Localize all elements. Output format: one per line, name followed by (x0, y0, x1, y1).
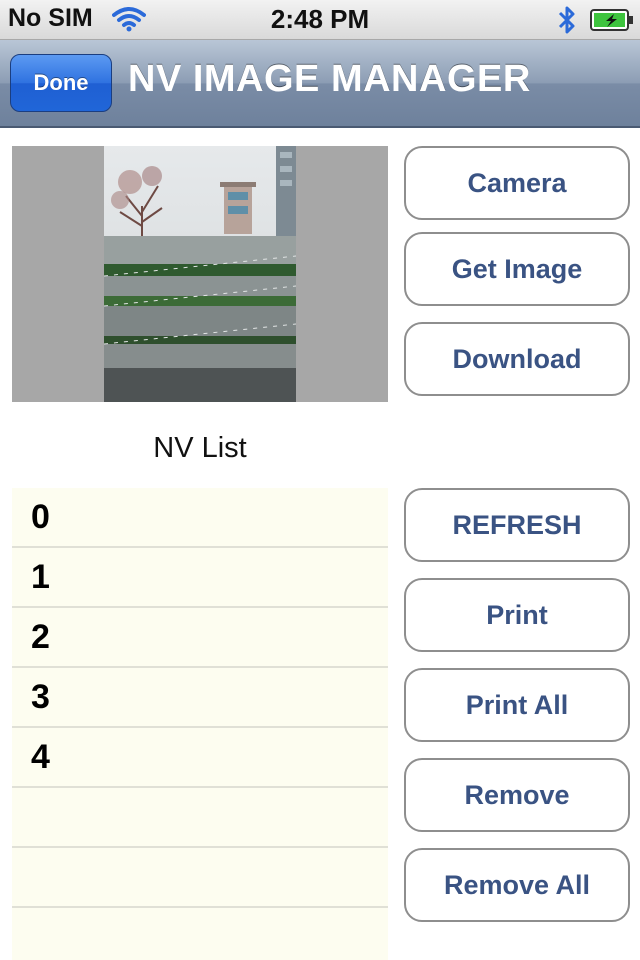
list-item[interactable]: 2 (12, 608, 388, 668)
list-item-label: 1 (31, 558, 50, 596)
download-button[interactable]: Download (404, 322, 630, 396)
list-title: NV List (153, 432, 247, 464)
refresh-button[interactable]: REFRESH (404, 488, 630, 562)
print-all-button[interactable]: Print All (404, 668, 630, 742)
list-item[interactable]: 1 (12, 548, 388, 608)
nv-list[interactable]: 0 1 2 3 4 (12, 488, 388, 960)
print-button[interactable]: Print (404, 578, 630, 652)
navigation-bar: Done NV IMAGE MANAGER (0, 40, 640, 128)
list-item-label: 4 (31, 738, 50, 776)
remove-all-button[interactable]: Remove All (404, 848, 630, 922)
empty-list-row (12, 908, 388, 960)
done-button[interactable]: Done (10, 54, 112, 112)
list-item[interactable]: 4 (12, 728, 388, 788)
list-item-label: 3 (31, 678, 50, 716)
status-bar: No SIM 2:48 PM (0, 0, 640, 40)
bluetooth-icon (558, 6, 575, 34)
empty-list-row (12, 848, 388, 908)
clock: 2:48 PM (270, 4, 370, 34)
page-title: NV IMAGE MANAGER (128, 58, 531, 100)
preview-photo (104, 146, 296, 402)
list-item-label: 0 (31, 498, 50, 536)
image-preview (12, 146, 388, 402)
battery-charging-icon (590, 9, 633, 31)
get-image-button[interactable]: Get Image (404, 232, 630, 306)
camera-button[interactable]: Camera (404, 146, 630, 220)
list-item[interactable]: 3 (12, 668, 388, 728)
remove-button[interactable]: Remove (404, 758, 630, 832)
list-item[interactable]: 0 (12, 488, 388, 548)
empty-list-row (12, 788, 388, 848)
list-item-label: 2 (31, 618, 50, 656)
